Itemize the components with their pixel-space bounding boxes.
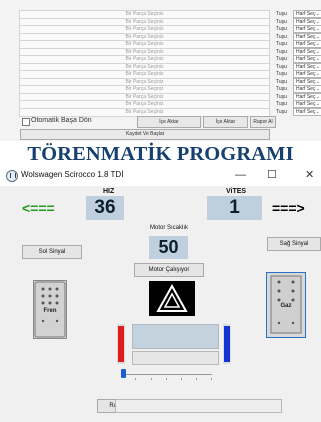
chevron-down-icon: ⌄ bbox=[315, 11, 320, 17]
import-button-1[interactable]: İçe Aktar bbox=[137, 116, 201, 128]
left-bar-frame bbox=[117, 324, 125, 364]
gas-pedal[interactable]: Gaz bbox=[266, 272, 306, 338]
chevron-down-icon: ⌄ bbox=[315, 48, 320, 55]
save-start-button[interactable]: Kaydet Ve Başlat bbox=[20, 129, 270, 140]
chevron-down-icon: ⌄ bbox=[315, 33, 320, 40]
chevron-down-icon: ⌄ bbox=[315, 78, 320, 85]
right-turn-arrow: ===> bbox=[272, 200, 305, 216]
slider-tick bbox=[166, 378, 167, 380]
letter-select-value: Harf Seç bbox=[296, 41, 316, 47]
right-indicator-bar bbox=[224, 326, 230, 362]
slider-tick bbox=[196, 378, 197, 380]
minimize-icon[interactable]: — bbox=[235, 168, 246, 182]
hazard-triangle-icon bbox=[156, 283, 188, 312]
letter-select-value: Harf Seç bbox=[296, 101, 316, 107]
chevron-down-icon: ⌄ bbox=[315, 86, 320, 92]
close-icon[interactable]: ✕ bbox=[305, 168, 314, 182]
speed-label: HIZ bbox=[103, 188, 115, 195]
engine-temp-label: Motor Sıcaklık bbox=[150, 225, 189, 231]
title-bar: Wolswagen Scirocco 1.8 TDİ — ☐ ✕ bbox=[0, 166, 321, 186]
left-turn-arrow: <=== bbox=[22, 200, 55, 216]
slider-tick bbox=[151, 378, 152, 380]
hazard-button[interactable] bbox=[149, 281, 195, 316]
progress-bar bbox=[132, 351, 219, 365]
gear-value: 1 bbox=[207, 196, 262, 220]
letter-select-value: Harf Seç bbox=[296, 48, 316, 55]
chevron-down-icon: ⌄ bbox=[315, 93, 320, 100]
slider-tick bbox=[211, 378, 212, 380]
window-title: Wolswagen Scirocco 1.8 TDİ bbox=[21, 170, 124, 179]
letter-select-value: Harf Seç bbox=[296, 11, 316, 17]
engine-running-button[interactable]: Motor Çalışıyor bbox=[134, 263, 204, 277]
gas-label: Gaz bbox=[280, 303, 292, 309]
radio-display bbox=[115, 399, 282, 413]
chevron-down-icon: ⌄ bbox=[315, 108, 320, 115]
chevron-down-icon: ⌄ bbox=[315, 63, 320, 70]
slider-thumb[interactable] bbox=[121, 369, 126, 378]
right-signal-button[interactable]: Sağ Sinyal bbox=[267, 237, 321, 251]
part-key-form: Bir Parça Seçiniz Tuşu Harf Seç ⌄ Bir Parça … bbox=[0, 0, 321, 141]
left-indicator-bar bbox=[118, 326, 124, 362]
letter-select-value: Harf Seç bbox=[296, 56, 316, 62]
auto-restart-label: Otomatik Başa Dön bbox=[31, 117, 92, 124]
chevron-down-icon: ⌄ bbox=[315, 71, 320, 77]
brake-label: Fren bbox=[43, 308, 57, 314]
letter-select-value: Harf Seç bbox=[296, 33, 316, 40]
slider-tick bbox=[181, 378, 182, 380]
letter-select-value: Harf Seç bbox=[296, 108, 316, 115]
engine-temp-value: 50 bbox=[149, 236, 188, 259]
chevron-down-icon: ⌄ bbox=[315, 56, 320, 62]
letter-select-value: Harf Seç bbox=[296, 63, 316, 70]
maximize-icon[interactable]: ☐ bbox=[267, 168, 277, 182]
slider-tick bbox=[135, 378, 136, 380]
letter-select-value: Harf Seç bbox=[296, 78, 316, 85]
info-display bbox=[132, 324, 219, 349]
chevron-down-icon: ⌄ bbox=[315, 26, 320, 32]
brake-pedal[interactable]: Fren bbox=[33, 280, 67, 339]
app-logo-icon bbox=[6, 170, 18, 182]
chevron-down-icon: ⌄ bbox=[315, 18, 320, 25]
gear-label: ViTES bbox=[226, 188, 247, 195]
slider-track[interactable] bbox=[121, 374, 212, 375]
speed-value: 36 bbox=[86, 196, 124, 220]
report-button[interactable]: Rapor Al bbox=[250, 116, 276, 128]
left-signal-button[interactable]: Sol Sinyal bbox=[22, 245, 82, 259]
chevron-down-icon: ⌄ bbox=[315, 101, 320, 107]
letter-select-value: Harf Seç bbox=[296, 86, 316, 92]
right-bar-frame bbox=[223, 324, 231, 364]
letter-select-value: Harf Seç bbox=[296, 18, 316, 25]
chevron-down-icon: ⌄ bbox=[315, 41, 320, 47]
letter-select-value: Harf Seç bbox=[296, 93, 316, 100]
letter-select-value: Harf Seç bbox=[296, 71, 316, 77]
form-actions-row: Otomatik Başa Dön İçe Aktar İçe Aktar Ra… bbox=[0, 115, 321, 129]
import-button-2[interactable]: İçe Aktar bbox=[203, 116, 248, 128]
auto-restart-checkbox[interactable] bbox=[22, 118, 30, 126]
page-heading: TÖRENMATİK PROGRAMI bbox=[27, 143, 294, 165]
letter-select-value: Harf Seç bbox=[296, 26, 316, 32]
